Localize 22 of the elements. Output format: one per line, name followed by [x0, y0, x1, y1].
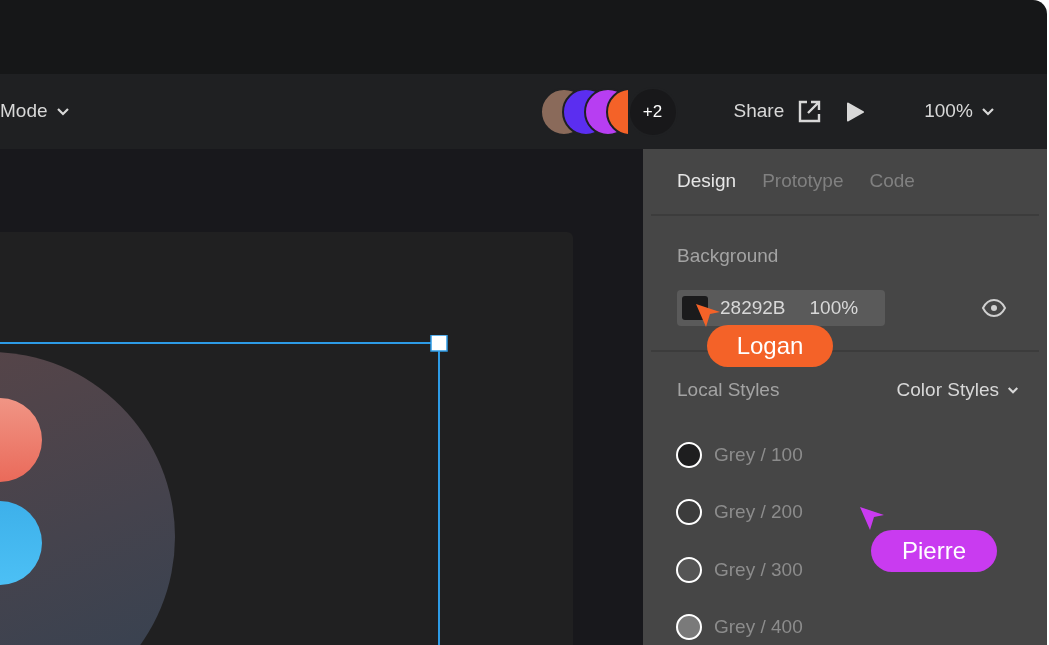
selection-frame[interactable] — [0, 335, 450, 645]
panel-tab[interactable]: Design — [677, 167, 737, 196]
cursor-name-label: Pierre — [871, 530, 997, 572]
zoom-dropdown[interactable]: 100% — [924, 97, 995, 126]
color-style-name[interactable]: Grey / 200 — [714, 498, 803, 527]
chevron-down-icon — [980, 106, 995, 117]
chevron-down-icon — [1007, 385, 1019, 395]
color-style-name[interactable]: Grey / 400 — [714, 613, 803, 642]
play-icon[interactable] — [846, 101, 865, 122]
mode-dropdown[interactable]: Mode — [0, 97, 70, 126]
color-style-name[interactable]: Grey / 300 — [714, 555, 803, 584]
section-heading: Local Styles — [677, 378, 780, 402]
color-style-name[interactable]: Grey / 100 — [714, 440, 803, 469]
background-color-field[interactable]: 28292B 100% — [677, 290, 885, 326]
more-users-badge[interactable]: +2 — [627, 86, 678, 137]
share-button[interactable]: Share — [733, 97, 823, 126]
cursor-name-label: Logan — [707, 325, 833, 367]
chevron-down-icon — [55, 106, 70, 117]
color-styles-dropdown[interactable]: Color Styles — [896, 376, 1019, 405]
external-link-icon — [796, 98, 823, 125]
visibility-eye-icon[interactable] — [981, 298, 1007, 318]
section-heading: Background — [677, 243, 780, 268]
